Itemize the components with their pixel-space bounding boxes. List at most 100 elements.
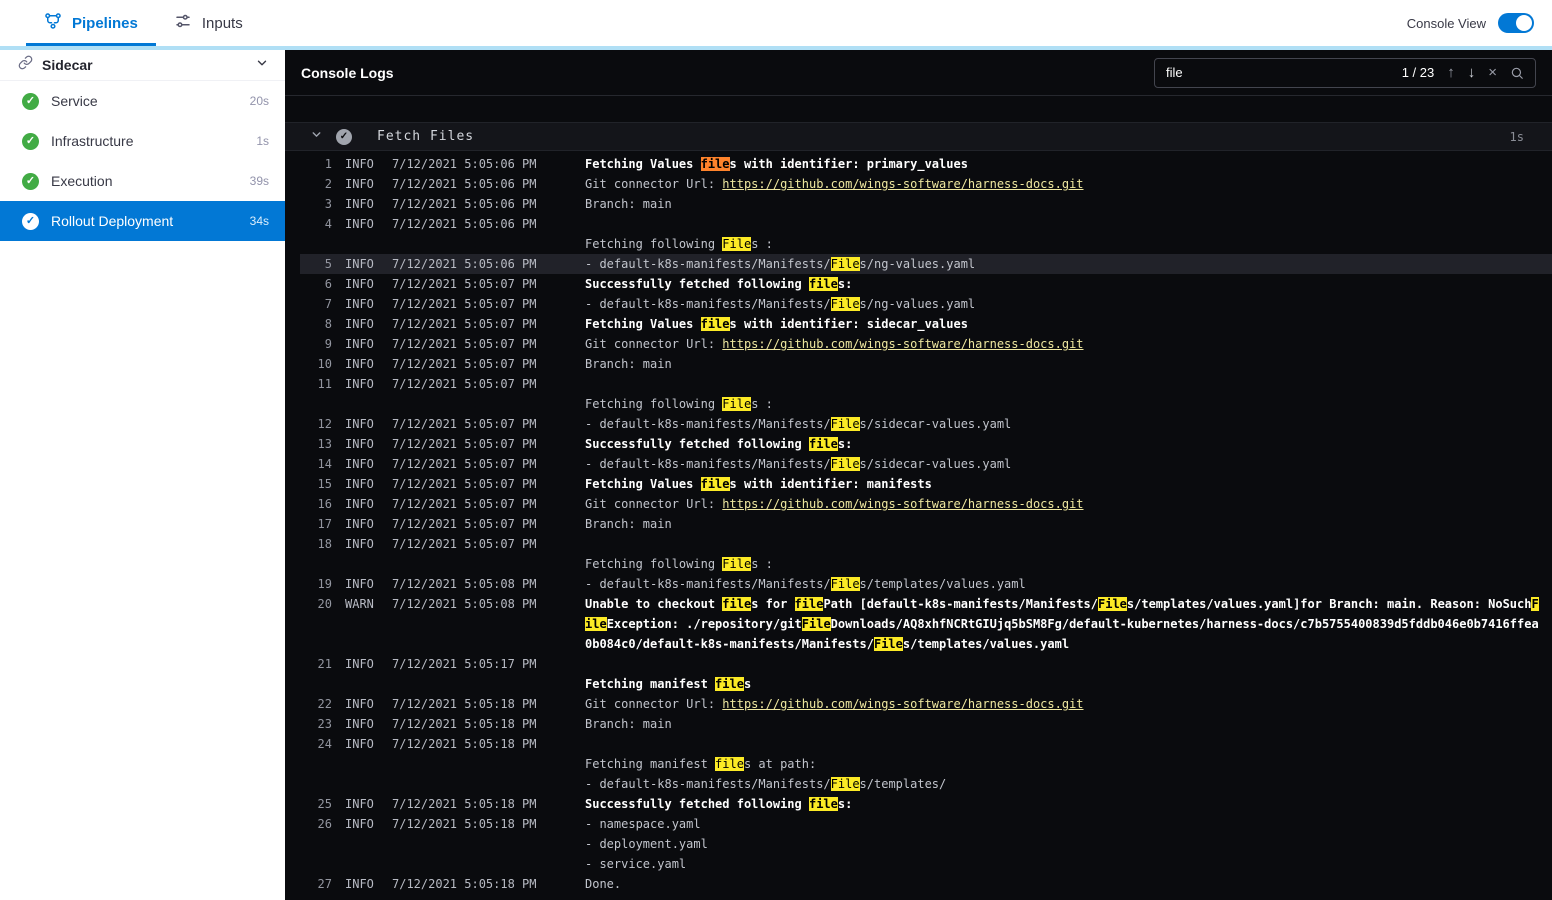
log-line-number (300, 634, 332, 654)
console-logs-panel: Console Logs 1 / 23 ↑ ↓ × (285, 50, 1552, 900)
log-text: Git connector Url: (585, 337, 723, 351)
tab-inputs-label: Inputs (201, 14, 243, 32)
log-text: Fetching following (585, 237, 723, 251)
log-timestamp: 7/12/2021 5:05:07 PM (392, 337, 537, 351)
log-search-box: 1 / 23 ↑ ↓ × (1154, 57, 1536, 88)
stage-step-duration: 34s (249, 214, 269, 228)
log-level: INFO (345, 157, 374, 171)
previous-match-button[interactable]: ↑ (1447, 65, 1455, 80)
sidebar-item-service[interactable]: ✓ Service 20s (0, 81, 285, 121)
log-link[interactable]: https://github.com/wings-software/harnes… (722, 337, 1083, 351)
log-section-header[interactable]: ✓ Fetch Files 1s (285, 122, 1552, 151)
link-icon (18, 55, 33, 75)
log-message: Branch: main (585, 714, 672, 734)
log-text: Branch: main (585, 197, 672, 211)
log-timestamp: 7/12/2021 5:05:18 PM (392, 737, 537, 751)
search-input[interactable] (1166, 65, 1389, 80)
log-line: 3 INFO 7/12/2021 5:05:06 PM Branch: main (300, 194, 1552, 214)
log-timestamp: 7/12/2021 5:05:07 PM (392, 417, 537, 431)
log-timestamp: 7/12/2021 5:05:07 PM (392, 437, 537, 451)
tab-inputs[interactable]: Inputs (156, 0, 261, 46)
log-text: s/templates/values.yaml (902, 637, 1070, 651)
log-message: Git connector Url: https://github.com/wi… (585, 694, 1084, 714)
log-line-number: 4 (324, 217, 332, 231)
log-line-number: 27 (317, 877, 332, 891)
log-line: 2 INFO 7/12/2021 5:05:06 PM Git connector U… (300, 174, 1552, 194)
log-line: 22 INFO 7/12/2021 5:05:18 PM Git connector … (300, 694, 1552, 714)
console-view-toggle[interactable] (1498, 13, 1534, 33)
log-message: - default-k8s-manifests/Manifests/Files/… (585, 254, 975, 274)
log-line-number (300, 394, 332, 414)
stage-group-header[interactable]: Sidecar (0, 50, 285, 81)
log-text: s/ng-values.yaml (859, 257, 976, 271)
search-match: file (715, 677, 744, 691)
log-message: Fetching following Files : (585, 234, 773, 254)
log-link[interactable]: https://github.com/wings-software/harnes… (722, 177, 1083, 191)
log-text: - deployment.yaml (585, 837, 708, 851)
section-success-icon: ✓ (336, 128, 352, 145)
search-match: File (830, 257, 860, 271)
stage-step-list: ✓ Service 20s ✓ Infrastructure 1s ✓ Execution 39… (0, 81, 285, 241)
sidebar-item-infrastructure[interactable]: ✓ Infrastructure 1s (0, 121, 285, 161)
log-link[interactable]: https://github.com/wings-software/harnes… (722, 497, 1083, 511)
tab-pipelines[interactable]: Pipelines (26, 0, 156, 46)
log-line-number: 2 (324, 177, 332, 191)
log-timestamp: 7/12/2021 5:05:08 PM (392, 577, 537, 591)
log-message: Git connector Url: https://github.com/wi… (585, 334, 1084, 354)
log-line-number: 21 (317, 657, 332, 671)
log-line: 20 WARN 7/12/2021 5:05:08 PM Unable to chec… (300, 594, 1552, 614)
log-text: Branch: main (585, 717, 672, 731)
stage-group-title: Sidecar (42, 57, 93, 73)
log-line: 10 INFO 7/12/2021 5:05:07 PM Branch: main (300, 354, 1552, 374)
log-level: INFO (345, 877, 374, 891)
status-success-icon: ✓ (22, 92, 39, 110)
sidebar-item-rollout-deployment[interactable]: ✓ Rollout Deployment 34s (0, 201, 285, 241)
log-line-number (300, 614, 332, 634)
app-window: Pipelines Inputs Console View Sidecar ✓ … (0, 0, 1552, 900)
log-line: - service.yaml (300, 854, 1552, 874)
log-text: s/templates/values.yaml (859, 577, 1026, 591)
log-timestamp (392, 834, 585, 854)
log-message: Git connector Url: https://github.com/wi… (585, 174, 1084, 194)
collapse-chevron-icon[interactable] (310, 128, 323, 146)
chevron-down-icon[interactable] (255, 56, 269, 75)
log-message: - default-k8s-manifests/Manifests/Files/… (585, 414, 1011, 434)
log-line: Fetching following Files : (300, 554, 1552, 574)
log-level: WARN (345, 597, 374, 611)
log-message: Unable to checkout files for filePath [d… (585, 594, 1539, 614)
log-line-number: 19 (317, 577, 332, 591)
log-text: s (743, 677, 752, 691)
log-line: Fetching following Files : (300, 234, 1552, 254)
log-level: INFO (345, 197, 374, 211)
log-text: s/templates/values.yaml]for Branch: main… (1126, 597, 1532, 611)
log-level (345, 754, 392, 774)
log-timestamp: 7/12/2021 5:05:07 PM (392, 537, 537, 551)
search-match: File (830, 297, 860, 311)
search-match: file (715, 757, 744, 771)
log-text: Fetching following (585, 557, 723, 571)
next-match-button[interactable]: ↓ (1468, 65, 1476, 80)
log-text: Branch: main (585, 357, 672, 371)
sidebar-item-execution[interactable]: ✓ Execution 39s (0, 161, 285, 201)
inputs-icon (174, 12, 192, 34)
log-timestamp (392, 674, 585, 694)
log-text: Fetching Values (585, 477, 701, 491)
clear-search-button[interactable]: × (1488, 65, 1497, 80)
log-line: - default-k8s-manifests/Manifests/Files/… (300, 774, 1552, 794)
log-text: Done. (585, 877, 622, 891)
log-level: INFO (345, 717, 374, 731)
search-match: file (808, 437, 838, 451)
log-message: Successfully fetched following files: (585, 434, 852, 454)
log-timestamp: 7/12/2021 5:05:07 PM (392, 517, 537, 531)
log-text: - namespace.yaml (585, 817, 701, 831)
log-timestamp: 7/12/2021 5:05:07 PM (392, 477, 537, 491)
log-line-number (300, 234, 332, 254)
log-timestamp: 7/12/2021 5:05:07 PM (392, 377, 537, 391)
log-line-number: 25 (317, 797, 332, 811)
log-text: 0b084c0/default-k8s-manifests/Manifests/ (585, 637, 874, 651)
log-level: INFO (345, 697, 374, 711)
log-line: 24 INFO 7/12/2021 5:05:18 PM (300, 734, 1552, 754)
log-text: Fetching manifest (585, 757, 716, 771)
search-match: File (801, 617, 831, 631)
log-link[interactable]: https://github.com/wings-software/harnes… (722, 697, 1083, 711)
